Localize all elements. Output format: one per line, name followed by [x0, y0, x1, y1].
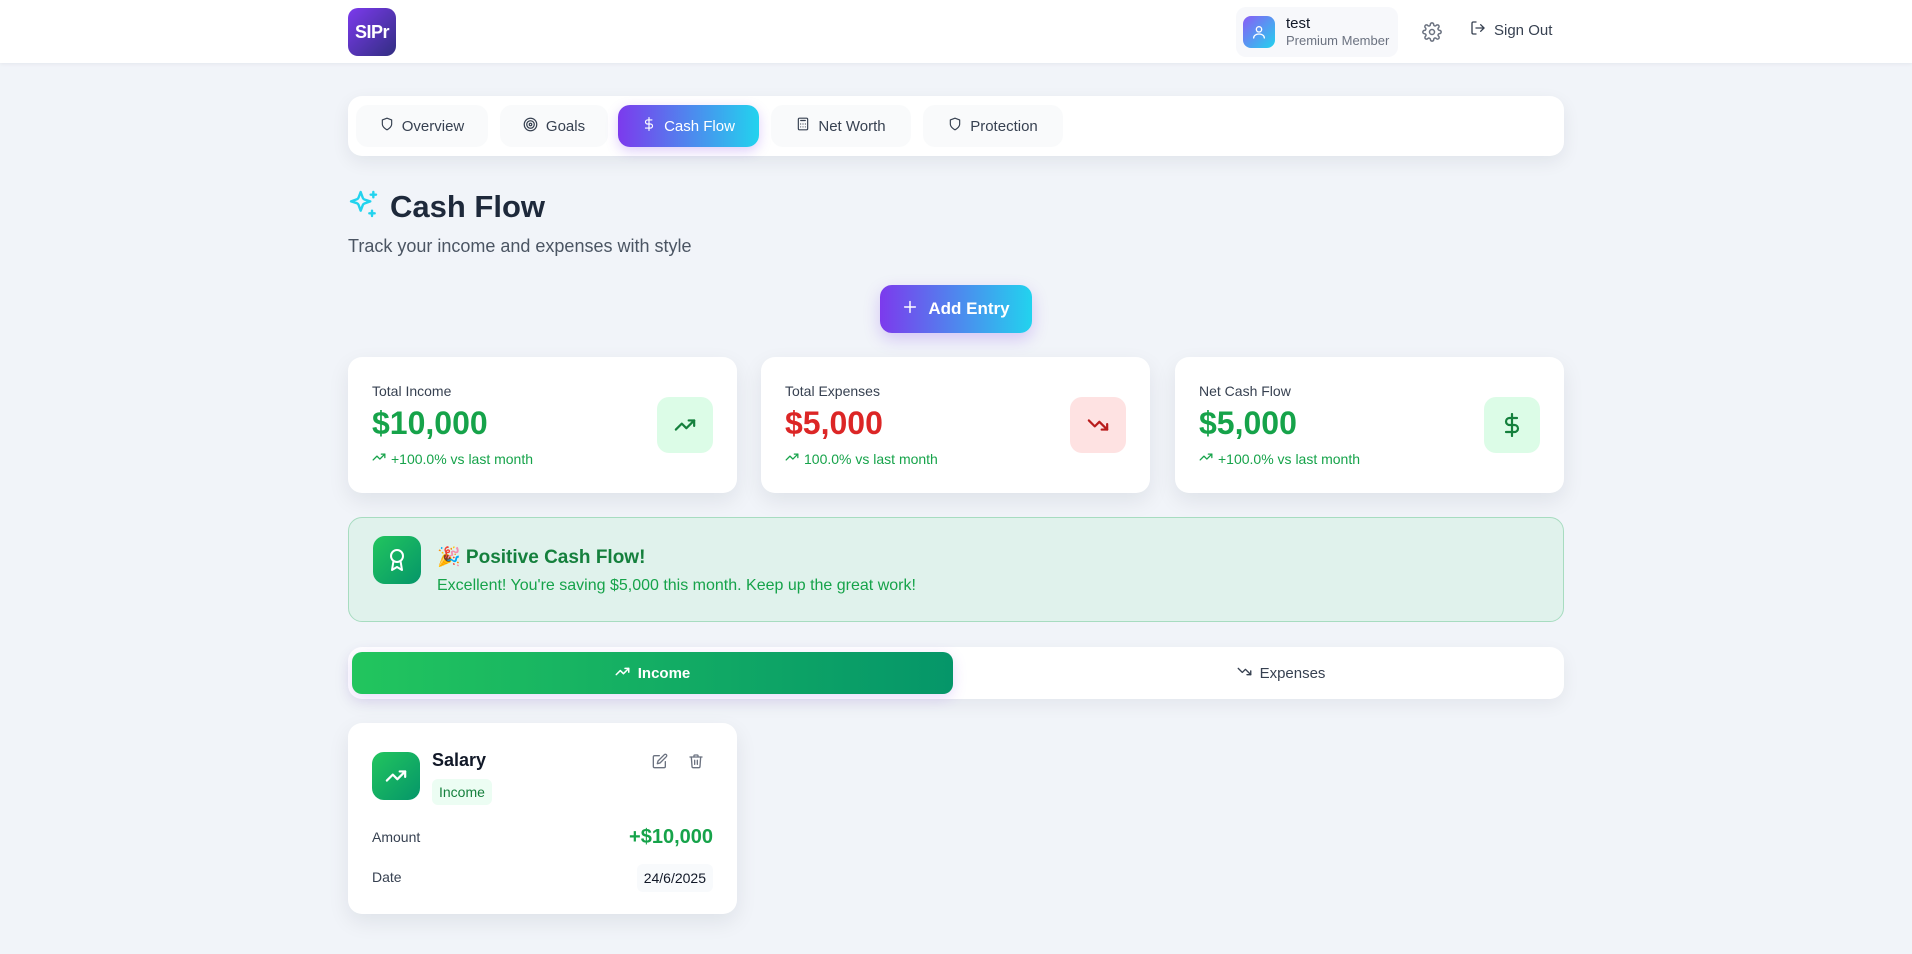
income-toggle-label: Income	[637, 664, 691, 682]
top-navigation-bar: SIPr test Premium Member Sign Out	[0, 0, 1912, 63]
stat-trend-text: +100.0% vs last month	[1218, 450, 1361, 467]
sign-out-label: Sign Out	[1494, 21, 1553, 39]
entry-amount: +$10,000	[629, 826, 713, 848]
entry-date: 24/6/2025	[636, 864, 713, 892]
app-logo[interactable]: SIPr	[348, 8, 396, 56]
stat-card-total-expenses: Total Expenses $5,000 100.0% vs last mon…	[761, 357, 1150, 493]
gear-icon[interactable]	[1422, 22, 1442, 42]
section-tabs: Overview Goals Cash Flow Net Worth Prote…	[348, 96, 1564, 156]
stat-label: Total Income	[372, 383, 452, 399]
edit-icon[interactable]	[652, 753, 670, 771]
tab-overview[interactable]: Overview	[356, 105, 488, 147]
trending-up-icon	[785, 450, 804, 467]
add-entry-label: Add Entry	[928, 299, 1010, 318]
trending-down-icon	[1237, 664, 1260, 683]
stat-card-net-cash-flow: Net Cash Flow $5,000 +100.0% vs last mon…	[1175, 357, 1564, 493]
trending-up-icon	[372, 450, 391, 467]
tab-protection[interactable]: Protection	[923, 105, 1063, 147]
stat-value: $5,000	[1199, 405, 1297, 441]
stat-value: $10,000	[372, 405, 488, 441]
date-label: Date	[372, 869, 402, 885]
page-title: Cash Flow	[390, 188, 546, 224]
trending-up-icon	[615, 664, 638, 683]
log-out-icon	[1470, 20, 1494, 40]
award-icon	[373, 536, 421, 584]
user-name: test	[1286, 14, 1311, 32]
shield-icon	[948, 117, 970, 135]
stat-trend: +100.0% vs last month	[1199, 450, 1360, 467]
user-profile[interactable]: test Premium Member	[1236, 7, 1398, 57]
calculator-icon	[796, 117, 818, 135]
plus-icon	[902, 299, 928, 320]
tab-cash-flow[interactable]: Cash Flow	[618, 105, 759, 147]
dollar-icon	[1484, 397, 1540, 453]
entry-category-badge: Income	[432, 779, 492, 805]
expenses-toggle-label: Expenses	[1259, 664, 1326, 682]
stat-label: Net Cash Flow	[1199, 383, 1291, 399]
sign-out-button[interactable]: Sign Out	[1470, 20, 1552, 40]
page-subtitle: Track your income and expenses with styl…	[348, 236, 692, 256]
shield-icon	[380, 117, 402, 135]
stat-trend-text: +100.0% vs last month	[391, 450, 534, 467]
banner-text: Excellent! You're saving $5,000 this mon…	[437, 577, 916, 594]
stat-card-total-income: Total Income $10,000 +100.0% vs last mon…	[348, 357, 737, 493]
stat-trend: 100.0% vs last month	[785, 450, 938, 467]
trash-icon[interactable]	[688, 753, 706, 771]
page-header: Cash Flow	[348, 188, 545, 225]
expenses-toggle-button[interactable]: Expenses	[1002, 652, 1560, 694]
dollar-icon	[642, 117, 664, 135]
user-avatar-icon	[1243, 16, 1275, 48]
stat-trend-text: 100.0% vs last month	[804, 450, 938, 467]
tab-label: Protection	[970, 117, 1038, 135]
entry-name: Salary	[432, 750, 487, 770]
tab-net-worth[interactable]: Net Worth	[771, 105, 911, 147]
positive-cash-flow-banner: 🎉 Positive Cash Flow! Excellent! You're …	[348, 517, 1564, 622]
trending-down-icon	[1070, 397, 1126, 453]
amount-label: Amount	[372, 829, 421, 845]
tab-goals[interactable]: Goals	[500, 105, 608, 147]
target-icon	[523, 117, 546, 136]
income-toggle-button[interactable]: Income	[352, 652, 953, 694]
entry-card-salary: Salary Income Amount +$10,000 Date 24/6/…	[348, 723, 737, 914]
stat-trend: +100.0% vs last month	[372, 450, 533, 467]
banner-title: 🎉 Positive Cash Flow!	[437, 547, 646, 568]
tab-label: Net Worth	[818, 117, 886, 135]
trending-up-icon	[1199, 450, 1218, 467]
tab-label: Cash Flow	[664, 117, 735, 135]
tab-label: Overview	[401, 117, 465, 135]
trending-up-icon	[657, 397, 713, 453]
add-entry-button[interactable]: Add Entry	[880, 285, 1032, 333]
trending-up-icon	[372, 752, 420, 800]
tab-label: Goals	[545, 117, 586, 135]
income-expenses-toggle: Income Expenses	[348, 647, 1564, 699]
stat-label: Total Expenses	[785, 383, 880, 399]
stat-value: $5,000	[785, 405, 883, 441]
user-role: Premium Member	[1286, 33, 1390, 49]
sparkles-icon	[348, 188, 380, 225]
